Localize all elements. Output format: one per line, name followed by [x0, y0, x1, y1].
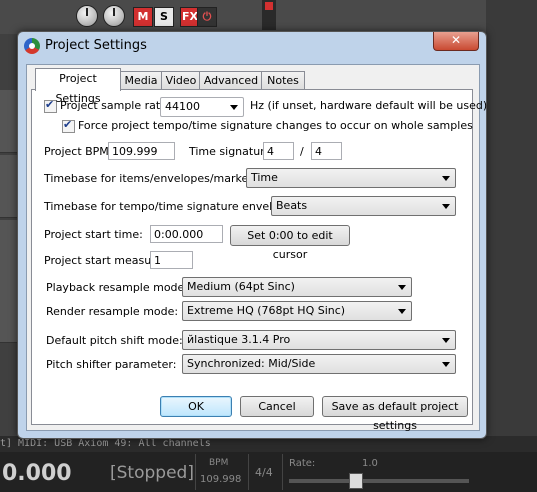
sample-rate-hint: Hz (if unset, hardware default will be u… — [250, 99, 488, 112]
solo-button[interactable]: S — [154, 7, 174, 27]
divider — [195, 454, 196, 490]
pan-knob[interactable] — [103, 5, 125, 27]
start-time-label: Project start time: — [44, 228, 143, 241]
record-indicator — [265, 2, 273, 10]
timebase-tempo-label: Timebase for tempo/time signature envelo… — [44, 200, 297, 213]
bpm-label: Project BPM: — [44, 145, 113, 158]
time-signature-numerator[interactable]: 4 — [263, 142, 294, 160]
dialog-titlebar[interactable]: Project Settings ✕ — [18, 32, 486, 60]
start-measure-input[interactable]: 1 — [150, 251, 193, 269]
transport-time: 0.000 — [2, 461, 72, 486]
timebase-tempo-value: Beats — [276, 199, 308, 212]
transport-bar: 0.000 [Stopped] BPM 109.998 4/4 Rate: 1.… — [0, 452, 537, 492]
transport-state: [Stopped] — [110, 463, 194, 483]
force-tempo-label: Force project tempo/time signature chang… — [78, 119, 473, 132]
chevron-down-icon — [442, 176, 450, 181]
sample-rate-combo[interactable]: 44100 — [160, 97, 244, 117]
force-tempo-checkbox[interactable] — [62, 118, 75, 133]
timebase-items-label: Timebase for items/envelopes/markers: — [44, 172, 263, 185]
bpm-label: BPM — [209, 458, 229, 468]
render-resample-select[interactable]: Extreme HQ (768pt HQ Sinc) — [182, 301, 412, 321]
fx-power-icon[interactable]: ⏻ — [197, 7, 217, 27]
timebase-items-value: Time — [251, 171, 278, 184]
tab-advanced[interactable]: Advanced — [199, 71, 263, 90]
reaper-logo-icon — [24, 38, 40, 54]
pitch-param-value: Synchronized: Mid/Side — [187, 357, 316, 370]
dialog-title: Project Settings — [45, 38, 147, 53]
pitch-param-label: Pitch shifter parameter: — [46, 358, 177, 371]
tab-media[interactable]: Media — [119, 71, 163, 90]
divider — [282, 454, 283, 490]
playback-resample-value: Medium (64pt Sinc) — [187, 280, 295, 293]
mute-button[interactable]: M — [133, 7, 153, 27]
start-time-input[interactable]: 0:00.000 — [150, 225, 223, 243]
set-edit-cursor-button[interactable]: Set 0:00 to edit cursor — [230, 225, 350, 261]
rate-label: Rate: — [289, 458, 316, 469]
rate-value: 1.0 — [362, 458, 378, 469]
ok-button[interactable]: OK — [160, 396, 232, 417]
arrange-area — [486, 0, 537, 440]
time-signature-display[interactable]: 4/4 — [255, 466, 273, 479]
chevron-down-icon — [398, 309, 406, 314]
bpm-value[interactable]: 109.998 — [200, 474, 241, 485]
pitch-param-select[interactable]: Synchronized: Mid/Side — [182, 354, 456, 374]
chevron-down-icon — [398, 285, 406, 290]
pitch-mode-select[interactable]: йlastique 3.1.4 Pro — [182, 330, 456, 350]
close-button[interactable]: ✕ — [433, 32, 479, 51]
tab-project-settings[interactable]: Project Settings — [35, 68, 121, 105]
pitch-mode-label: Default pitch shift mode: — [46, 334, 183, 347]
timebase-tempo-select[interactable]: Beats — [271, 196, 456, 216]
time-signature-label: Time signature — [189, 145, 272, 158]
chevron-down-icon — [442, 338, 450, 343]
start-measure-label: Project start measure: — [44, 254, 166, 267]
time-signature-denominator[interactable]: 4 — [311, 142, 342, 160]
dialog-client-area: Project Settings Media Video Advanced No… — [26, 64, 487, 432]
track-strip — [0, 280, 18, 343]
volume-knob[interactable] — [76, 5, 98, 27]
divider — [248, 454, 249, 490]
bpm-input[interactable]: 109.999 — [108, 142, 175, 160]
playback-resample-select[interactable]: Medium (64pt Sinc) — [182, 277, 412, 297]
track-strip — [0, 220, 18, 283]
chevron-down-icon — [230, 105, 238, 110]
project-settings-dialog: Project Settings ✕ Project Settings Medi… — [17, 31, 487, 439]
rate-slider-thumb[interactable] — [349, 473, 363, 489]
save-default-button[interactable]: Save as default project settings — [322, 396, 468, 432]
tab-notes[interactable]: Notes — [261, 71, 305, 90]
track-strip — [0, 90, 18, 153]
project-settings-panel: Project sample rate: 44100 Hz (if unset,… — [31, 89, 487, 432]
cancel-button[interactable]: Cancel — [240, 396, 314, 417]
playback-resample-label: Playback resample mode: — [46, 281, 189, 294]
sample-rate-value: 44100 — [165, 100, 200, 113]
record-arm-meter — [262, 0, 276, 30]
rate-slider-track[interactable] — [289, 479, 469, 483]
render-resample-label: Render resample mode: — [46, 305, 179, 318]
render-resample-value: Extreme HQ (768pt HQ Sinc) — [187, 304, 346, 317]
timebase-items-select[interactable]: Time — [246, 168, 456, 188]
time-signature-separator: / — [300, 145, 304, 158]
chevron-down-icon — [442, 362, 450, 367]
pitch-mode-value: йlastique 3.1.4 Pro — [187, 333, 291, 346]
track-strip — [0, 155, 18, 218]
tab-video[interactable]: Video — [161, 71, 201, 90]
chevron-down-icon — [442, 204, 450, 209]
